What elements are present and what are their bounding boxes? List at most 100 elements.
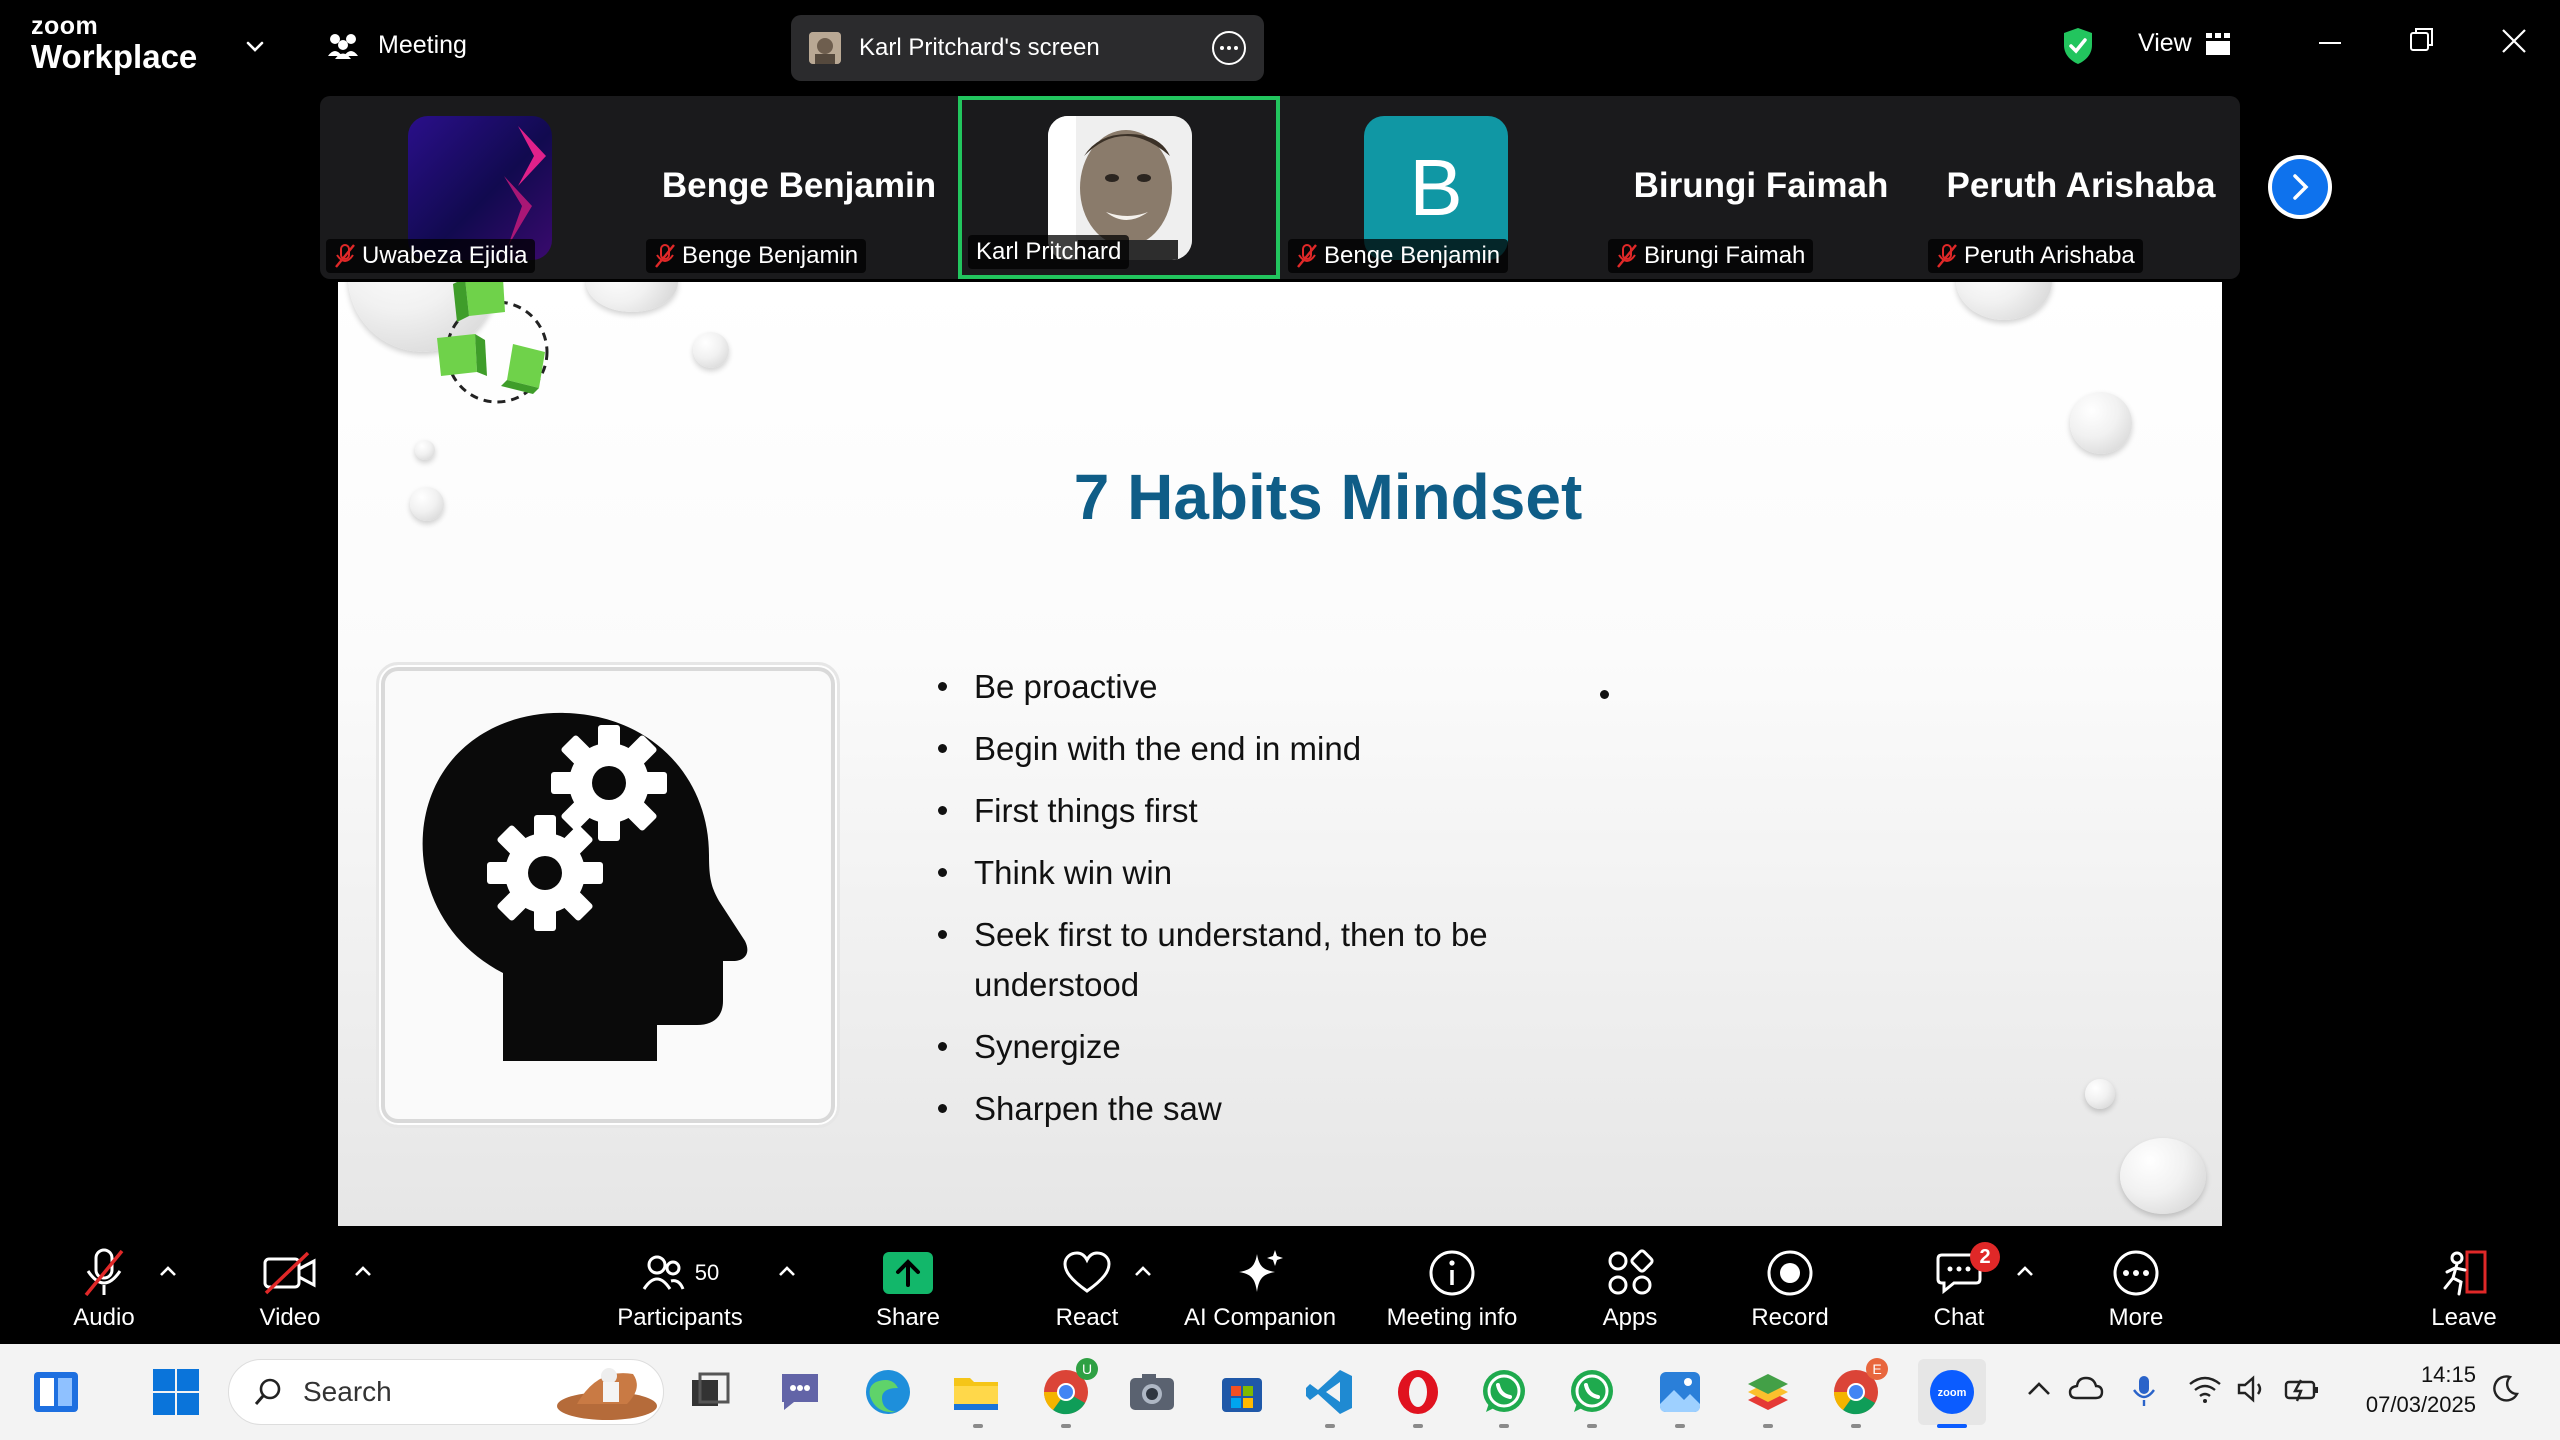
microsoft-store-icon[interactable] xyxy=(1216,1366,1268,1418)
system-clock[interactable]: 14:15 07/03/2025 xyxy=(2366,1360,2476,1420)
audio-options-caret-icon[interactable] xyxy=(158,1264,178,1283)
apps-button[interactable]: Apps xyxy=(1540,1246,1720,1332)
do-not-disturb-moon-icon[interactable] xyxy=(2490,1374,2520,1409)
photos-app-icon[interactable] xyxy=(1654,1366,1706,1418)
running-indicator xyxy=(973,1424,983,1428)
edge-browser-icon[interactable] xyxy=(862,1366,914,1418)
chevron-down-icon[interactable] xyxy=(244,36,266,63)
chat-button[interactable]: 2 Chat xyxy=(1869,1242,2049,1332)
security-shield-icon[interactable] xyxy=(2061,26,2095,71)
participants-button[interactable]: 50 Participants xyxy=(590,1246,770,1332)
next-page-arrow-icon[interactable] xyxy=(2268,155,2332,219)
view-button[interactable]: View xyxy=(2138,29,2230,58)
chrome-profile-e-icon[interactable]: E xyxy=(1830,1358,1888,1418)
minimize-icon[interactable] xyxy=(2317,26,2343,71)
profile-badge: E xyxy=(1866,1358,1888,1380)
participant-tile[interactable]: Peruth Arishaba Peruth Arishaba xyxy=(1922,96,2240,279)
video-off-icon xyxy=(262,1246,318,1300)
video-button[interactable]: Video xyxy=(200,1246,380,1332)
teams-chat-icon[interactable] xyxy=(774,1366,826,1418)
chat-icon: 2 xyxy=(1936,1242,2000,1300)
participant-name-label: Peruth Arishaba xyxy=(1928,239,2143,273)
empty-bullet xyxy=(1600,690,1609,699)
participant-tile-active-speaker[interactable]: Karl Pritchard xyxy=(958,96,1280,279)
search-icon xyxy=(254,1378,281,1405)
participant-name: Benge Benjamin xyxy=(682,242,859,269)
leave-button[interactable]: Leave xyxy=(2374,1246,2554,1332)
widgets-icon[interactable] xyxy=(30,1366,82,1418)
opera-browser-icon[interactable] xyxy=(1392,1366,1444,1418)
battery-charging-icon[interactable] xyxy=(2284,1374,2320,1409)
volume-icon[interactable] xyxy=(2236,1374,2270,1409)
bluestacks-icon[interactable] xyxy=(1742,1366,1794,1418)
running-indicator xyxy=(1675,1424,1685,1428)
taskbar-search-box[interactable]: Search xyxy=(228,1359,664,1425)
share-button[interactable]: Share xyxy=(818,1246,998,1332)
clock-time: 14:15 xyxy=(2420,1362,2476,1387)
muted-mic-icon xyxy=(1937,244,1957,268)
participant-tile[interactable]: Birungi Faimah Birungi Faimah xyxy=(1602,96,1920,279)
participant-name-label: Karl Pritchard xyxy=(968,235,1130,269)
participant-video-strip: Uwabeza Ejidia Benge Benjamin Benge Benj… xyxy=(320,96,2240,279)
video-options-caret-icon[interactable] xyxy=(353,1264,373,1283)
microphone-icon[interactable] xyxy=(2130,1374,2158,1413)
running-indicator xyxy=(1413,1424,1423,1428)
meeting-info-button[interactable]: Meeting info xyxy=(1362,1246,1542,1332)
people-icon xyxy=(328,34,358,59)
task-view-icon[interactable] xyxy=(684,1366,736,1418)
react-label: React xyxy=(1055,1304,1119,1331)
restore-icon[interactable] xyxy=(2409,26,2435,61)
list-item: Begin with the end in mind xyxy=(938,724,1518,774)
chrome-profile-u-icon[interactable]: U xyxy=(1040,1358,1098,1418)
wifi-icon[interactable] xyxy=(2188,1374,2222,1409)
os-taskbar: Search U E zoom 14:15 07/03/2025 xyxy=(0,1344,2560,1440)
react-options-caret-icon[interactable] xyxy=(1133,1264,1153,1283)
participant-tile[interactable]: B Benge Benjamin xyxy=(1282,96,1600,279)
muted-mic-icon xyxy=(1297,244,1317,268)
clock-date: 07/03/2025 xyxy=(2365,1392,2476,1417)
shared-screen-pill[interactable]: Karl Pritchard's screen xyxy=(791,15,1264,81)
decorative-bubble xyxy=(693,332,729,368)
onedrive-cloud-icon[interactable] xyxy=(2068,1374,2104,1409)
list-item: Synergize xyxy=(938,1022,1518,1072)
camera-app-icon[interactable] xyxy=(1126,1366,1178,1418)
shared-screen-label: Karl Pritchard's screen xyxy=(859,34,1100,61)
decorative-bubble xyxy=(2070,392,2132,454)
participant-name: Uwabeza Ejidia xyxy=(362,242,528,269)
record-button[interactable]: Record xyxy=(1700,1246,1880,1332)
head-gears-image xyxy=(376,662,840,1128)
zoom-taskbar-icon[interactable]: zoom xyxy=(1918,1359,1986,1425)
ai-companion-button[interactable]: AI Companion xyxy=(1170,1246,1350,1332)
participant-name: Benge Benjamin xyxy=(1324,242,1501,269)
participant-tile[interactable]: Uwabeza Ejidia xyxy=(320,96,638,279)
meeting-label: Meeting xyxy=(378,30,467,59)
windows-start-icon[interactable] xyxy=(150,1366,202,1418)
audio-button[interactable]: Audio xyxy=(14,1246,194,1332)
whatsapp-business-icon[interactable] xyxy=(1566,1366,1618,1418)
apps-label: Apps xyxy=(1602,1304,1658,1331)
share-options-icon[interactable] xyxy=(1212,31,1246,65)
meeting-tab[interactable]: Meeting xyxy=(326,30,467,60)
more-icon xyxy=(2112,1246,2160,1300)
info-icon xyxy=(1428,1246,1476,1300)
chat-unread-badge: 2 xyxy=(1970,1242,2000,1272)
habits-list: Be proactive Begin with the end in mind … xyxy=(938,662,1518,1146)
vscode-icon[interactable] xyxy=(1304,1366,1356,1418)
participant-tile[interactable]: Benge Benjamin Benge Benjamin xyxy=(640,96,958,279)
running-indicator xyxy=(1587,1424,1597,1428)
react-button[interactable]: React xyxy=(997,1246,1177,1332)
participants-icon: 50 xyxy=(641,1246,719,1300)
running-indicator xyxy=(1499,1424,1509,1428)
more-button[interactable]: More xyxy=(2046,1246,2226,1332)
chat-options-caret-icon[interactable] xyxy=(2015,1264,2035,1283)
show-hidden-icons-chevron-icon[interactable] xyxy=(2024,1374,2054,1409)
list-item: First things first xyxy=(938,786,1518,836)
participant-name-label: Benge Benjamin xyxy=(1288,239,1509,273)
decorative-bubble xyxy=(2120,1138,2206,1214)
close-icon[interactable] xyxy=(2500,26,2528,61)
file-explorer-icon[interactable] xyxy=(950,1366,1002,1418)
participants-options-caret-icon[interactable] xyxy=(777,1264,797,1283)
title-bar: zoom Workplace Meeting Karl Pritchard's … xyxy=(0,0,2560,95)
whatsapp-icon[interactable] xyxy=(1478,1366,1530,1418)
video-label: Video xyxy=(259,1304,321,1331)
